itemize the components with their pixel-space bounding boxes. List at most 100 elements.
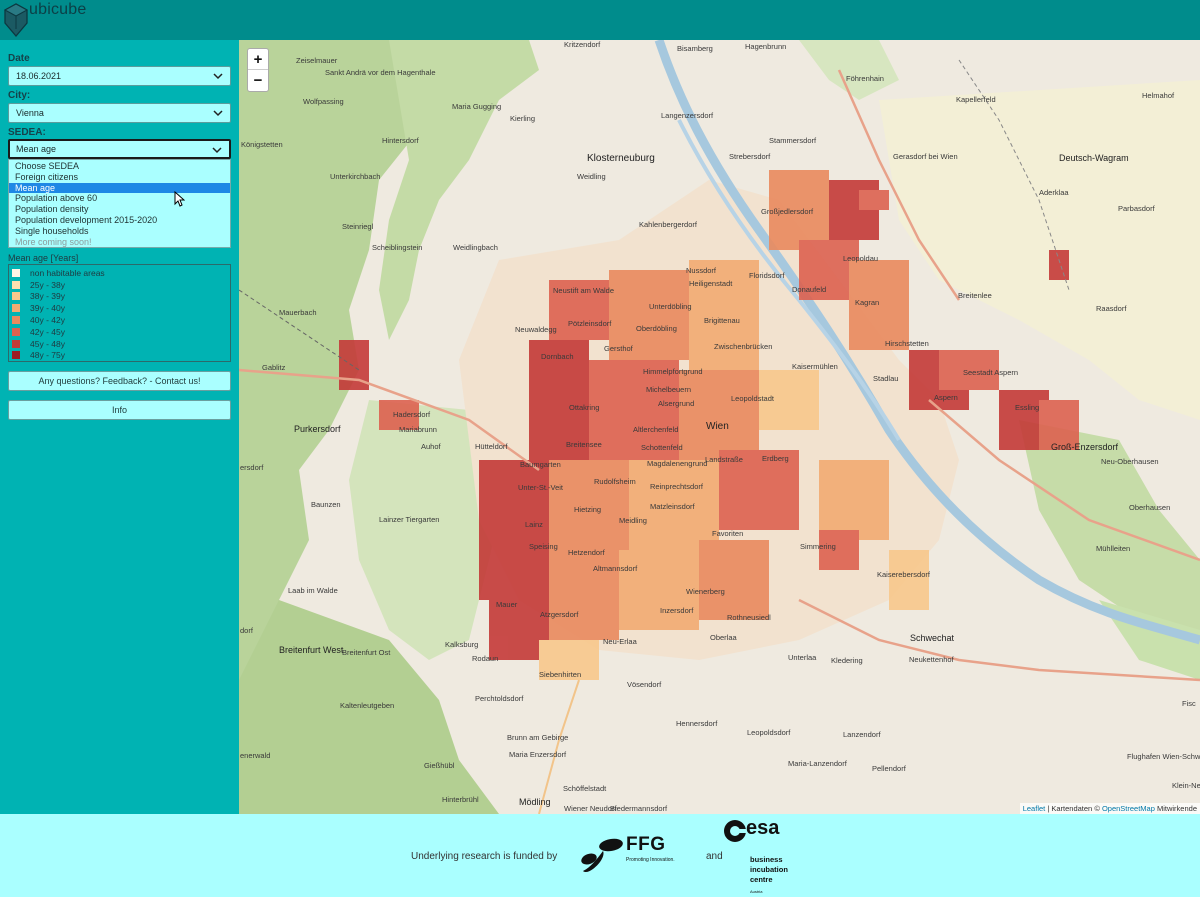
legend-swatch: [12, 268, 20, 277]
map-view[interactable]: Wien Klosterneuburg Purkersdorf Schwecha…: [239, 40, 1200, 814]
label-gablitz: Gablitz: [262, 363, 286, 372]
label-klein-neu: Klein-Neu: [1172, 781, 1200, 790]
label-oberlaa: Oberlaa: [710, 633, 737, 642]
legend-swatch: [12, 327, 20, 336]
label-kaiserebersdorf: Kaiserebersdorf: [877, 570, 930, 579]
sidebar: Date 18.06.2021 City: Vienna SEDEA: Mean…: [0, 40, 239, 814]
sedea-select[interactable]: Mean age: [8, 139, 231, 159]
label-wienerberg: Wienerberg: [686, 587, 725, 596]
label-reinprechtsdorf: Reinprechtsdorf: [650, 482, 703, 491]
label-huetteldorf: Hütteldorf: [475, 442, 508, 451]
label-maria-enzersdorf: Maria Enzersdorf: [509, 750, 567, 759]
label-breitenlee: Breitenlee: [958, 291, 992, 300]
bic-line-1: business: [750, 855, 783, 864]
label-altlerchenfeld: Altlerchenfeld: [633, 425, 679, 434]
label-kledering: Kledering: [831, 656, 863, 665]
label-hinterbruehl: Hinterbrühl: [442, 795, 479, 804]
label-erdberg: Erdberg: [762, 454, 789, 463]
label-enerwald: enerwald: [240, 751, 271, 760]
label-weidling: Weidling: [577, 172, 606, 181]
osm-link[interactable]: OpenStreetMap: [1102, 804, 1155, 813]
label-maria-lanzendorf: Maria-Lanzendorf: [788, 759, 847, 768]
label-breitenfurt-ost: Breitenfurt Ost: [342, 648, 391, 657]
label-zwischenbruecken: Zwischenbrücken: [714, 342, 773, 351]
label-michelbeuern: Michelbeuern: [646, 385, 692, 394]
legend-swatch: [12, 292, 20, 301]
label-hintersdorf: Hintersdorf: [382, 136, 419, 145]
option-foreign-citizens[interactable]: Foreign citizens: [9, 172, 230, 183]
legend-swatch: [12, 316, 20, 325]
attribution-suffix: Mitwirkende: [1154, 804, 1197, 813]
option-population-density[interactable]: Population density: [9, 204, 230, 215]
zoom-in-button[interactable]: +: [248, 49, 268, 70]
label-parbasdorf: Parbasdorf: [1118, 204, 1155, 213]
info-button[interactable]: Info: [8, 400, 231, 420]
chevron-down-icon: [212, 147, 222, 154]
label-fisc: Fisc: [1182, 699, 1196, 708]
chevron-down-icon: [213, 73, 223, 80]
label-biedermannsdorf: Biedermannsdorf: [610, 804, 668, 813]
city-select[interactable]: Vienna: [8, 103, 231, 123]
label-unterdoebling: Unterdöbling: [649, 302, 692, 311]
legend-item: 42y - 45y: [9, 326, 230, 338]
label-laab: Laab im Walde: [288, 586, 338, 595]
label-baumgarten: Baumgarten: [520, 460, 561, 469]
label-strebersdorf: Strebersdorf: [729, 152, 771, 161]
label-schoeffelstadt: Schöffelstadt: [563, 784, 607, 793]
label-neu-oberhausen: Neu-Oberhausen: [1101, 457, 1159, 466]
label-kierling: Kierling: [510, 114, 536, 123]
option-population-above-60[interactable]: Population above 60: [9, 193, 230, 204]
label-gersthof: Gersthof: [604, 344, 633, 353]
option-mean-age[interactable]: Mean age: [9, 182, 230, 194]
legend-item: 40y - 42y: [9, 314, 230, 326]
date-select[interactable]: 18.06.2021: [8, 66, 231, 86]
label-scheiblingstein: Scheiblingstein: [372, 243, 423, 252]
label-wolfpassing: Wolfpassing: [303, 97, 344, 106]
label-hietzing: Hietzing: [574, 505, 602, 514]
legend-label: 39y - 40y: [30, 303, 65, 314]
zoom-out-button[interactable]: −: [248, 70, 268, 91]
cube-icon: [3, 3, 29, 38]
label-schottenfeld: Schottenfeld: [641, 443, 683, 452]
leaflet-link[interactable]: Leaflet: [1023, 804, 1046, 813]
sedea-label: SEDEA:: [8, 127, 46, 138]
legend-label: 45y - 48y: [30, 338, 65, 349]
label-himmelpfortgrund: Himmelpfortgrund: [643, 367, 703, 376]
ffg-tagline: Promoting Innovation.: [626, 857, 675, 863]
label-wien: Wien: [706, 421, 729, 432]
label-klosterneuburg: Klosterneuburg: [587, 153, 655, 164]
label-mauerbach: Mauerbach: [279, 308, 317, 317]
label-maria-gugging: Maria Gugging: [452, 102, 502, 111]
label-nussdorf: Nussdorf: [686, 266, 717, 275]
ubicube-logo[interactable]: ubicube: [3, 1, 86, 38]
label-simmering: Simmering: [800, 542, 836, 551]
label-favoriten: Favoriten: [712, 529, 744, 538]
label-speising: Speising: [529, 542, 558, 551]
label-hennersdorf: Hennersdorf: [676, 719, 718, 728]
legend-item: 38y - 39y: [9, 291, 230, 303]
option-choose-sedea[interactable]: Choose SEDEA: [9, 161, 230, 172]
label-altmannsdorf: Altmannsdorf: [593, 564, 638, 573]
legend-swatch: [12, 351, 20, 360]
label-oberhausen: Oberhausen: [1129, 503, 1171, 512]
label-neuwaldegg: Neuwaldegg: [515, 325, 557, 334]
label-neu-erlaa: Neu-Erlaa: [603, 637, 637, 646]
option-population-development[interactable]: Population development 2015-2020: [9, 215, 230, 226]
label-landstrasse: Landstraße: [705, 455, 743, 464]
label-grossjedlersdorf: Großjedlersdorf: [761, 207, 814, 216]
legend-item: non habitable areas: [9, 267, 230, 279]
option-single-households[interactable]: Single households: [9, 226, 230, 237]
label-pellendorf: Pellendorf: [872, 764, 906, 773]
label-unterkirchbach: Unterkirchbach: [330, 172, 381, 181]
label-atzgersdorf: Atzgersdorf: [540, 610, 579, 619]
label-seestadt: Seestadt Aspern: [963, 368, 1019, 377]
label-rudolfsheim: Rudolfsheim: [594, 477, 636, 486]
label-hagenbrunn: Hagenbrunn: [745, 42, 787, 51]
contact-button[interactable]: Any questions? Feedback? - Contact us!: [8, 371, 231, 391]
label-aderklaa: Aderklaa: [1039, 188, 1069, 197]
label-oberdoebling: Oberdöbling: [636, 324, 677, 333]
label-magdalenengrund: Magdalenengrund: [647, 459, 708, 468]
label-dorf: dorf: [240, 626, 253, 635]
label-giesshuebl: Gießhübl: [424, 761, 455, 770]
label-neustift: Neustift am Walde: [553, 286, 614, 295]
